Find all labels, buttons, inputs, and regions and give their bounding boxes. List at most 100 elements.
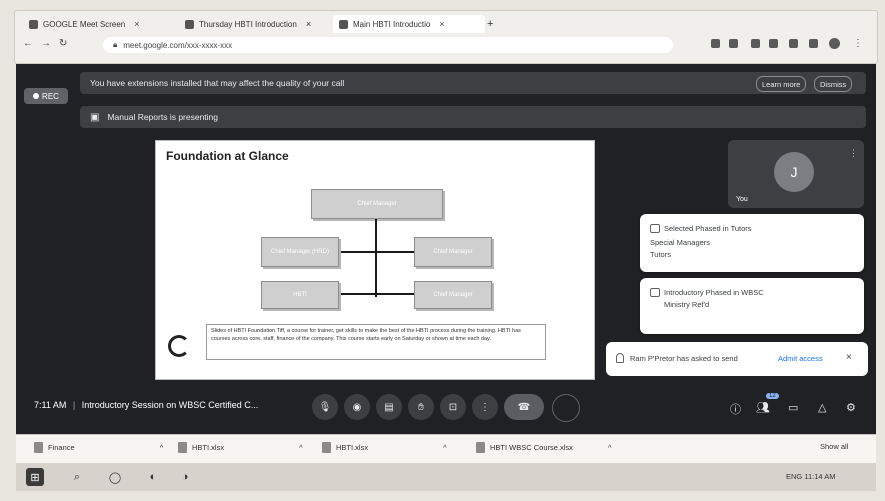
back-icon[interactable]: ← xyxy=(23,38,33,49)
presenting-text: Manual Reports is presenting xyxy=(107,112,219,122)
org-box-top: Chief Manager xyxy=(311,189,443,219)
file-icon xyxy=(34,442,43,453)
separator: | xyxy=(72,400,76,410)
chevron-up-icon[interactable]: ^ xyxy=(299,443,303,452)
close-icon[interactable]: × xyxy=(846,352,852,363)
activities-icon[interactable]: △ xyxy=(818,401,826,414)
tab-label: Main HBTI Introductio xyxy=(353,19,431,29)
learn-more-button[interactable]: Learn more xyxy=(756,76,807,92)
meeting-title: Introductory Session on WBSC Certified C… xyxy=(81,400,259,410)
page-favicon-icon xyxy=(185,19,194,29)
download-item[interactable]: HBTI WBSC Course.xlsx ^ xyxy=(476,442,611,453)
extension-icon[interactable] xyxy=(769,39,778,48)
search-icon[interactable]: ⌕ xyxy=(68,468,86,486)
bookmark-icon[interactable] xyxy=(729,39,738,48)
mic-button[interactable]: 🎙︎ xyxy=(312,394,338,420)
new-tab-button[interactable]: + xyxy=(481,15,507,33)
start-icon[interactable]: ⊞ xyxy=(26,468,44,486)
share-icon[interactable] xyxy=(711,39,720,48)
end-call-icon: ☎ xyxy=(517,401,531,413)
extension-icon[interactable] xyxy=(809,39,818,48)
org-box-right: Chief Manager xyxy=(414,237,492,267)
task-view-icon[interactable]: ◯ xyxy=(106,468,124,486)
chrome-icon[interactable]: ◐ xyxy=(144,468,162,486)
chat-notification-icon xyxy=(650,288,660,297)
meeting-info: 7:11 AM | Introductory Session on WBSC C… xyxy=(34,400,258,410)
host-icon[interactable]: ⚙︎ xyxy=(846,401,856,414)
tab-2[interactable]: Thursday HBTI Introduction × xyxy=(179,15,321,33)
url-text: meet.google.com/xxx-xxxx-xxx xyxy=(123,40,233,50)
captions-icon: ▤ xyxy=(384,401,394,413)
hand-icon: ✋︎ xyxy=(418,401,424,413)
notification-card[interactable]: Introductory Phased in WBSC Ministry Ref… xyxy=(640,278,864,334)
file-icon xyxy=(178,442,187,453)
raise-hand-button[interactable]: ✋︎ xyxy=(408,394,434,420)
download-item[interactable]: HBTI.xlsx ^ xyxy=(178,442,303,453)
close-icon[interactable]: × xyxy=(439,19,444,29)
present-screen-icon: ▣ xyxy=(90,111,100,123)
file-icon xyxy=(476,442,485,453)
file-icon xyxy=(322,442,331,453)
people-icon[interactable]: 👥︎ xyxy=(756,401,770,414)
recording-label: REC xyxy=(42,91,59,101)
chevron-up-icon[interactable]: ^ xyxy=(608,443,612,452)
present-icon: ⊡ xyxy=(448,401,458,413)
notification-line: Special Managers xyxy=(650,238,711,247)
org-connector xyxy=(338,293,414,295)
slide-title: Foundation at Glance xyxy=(166,149,289,163)
more-icon: ⋮ xyxy=(480,401,490,413)
present-button[interactable]: ⊡ xyxy=(440,394,466,420)
close-icon[interactable]: × xyxy=(134,19,139,29)
os-taskbar: ⊞ ⌕ ◯ ◐ ◑ ENG 11:14 AM xyxy=(16,463,876,491)
reload-icon[interactable]: ↻ xyxy=(59,38,67,49)
org-connector xyxy=(338,251,414,253)
self-video-tile[interactable]: J You ⋮ xyxy=(728,140,864,208)
admit-button[interactable]: Admit access xyxy=(778,354,823,363)
profile-icon[interactable] xyxy=(829,38,840,49)
participant-name: You xyxy=(736,196,748,203)
mic-icon: 🎙︎ xyxy=(318,401,332,413)
chevron-up-icon[interactable]: ^ xyxy=(443,443,447,452)
address-bar[interactable]: 🔒︎ meet.google.com/xxx-xxxx-xxx xyxy=(103,37,673,53)
dismiss-button[interactable]: Dismiss xyxy=(814,76,853,92)
presenting-banner: ▣ Manual Reports is presenting xyxy=(80,106,866,128)
notification-card[interactable]: Selected Phased in Tutors Special Manage… xyxy=(640,214,864,272)
more-options-button[interactable]: ⋮ xyxy=(472,394,498,420)
menu-icon[interactable]: ⋮ xyxy=(853,38,863,49)
download-item[interactable]: HBTI.xlsx ^ xyxy=(322,442,447,453)
chat-icon[interactable]: ▭ xyxy=(788,401,798,414)
tab-1[interactable]: GOOGLE Meet Screen × xyxy=(23,15,155,33)
org-box-left: Chief Manager (HRD) xyxy=(261,237,339,267)
admit-request-bar: Ram P'Pretor has asked to send Admit acc… xyxy=(606,342,868,376)
lock-icon: 🔒︎ xyxy=(113,40,118,49)
avatar: J xyxy=(774,152,814,192)
browser-chrome: GOOGLE Meet Screen × Thursday HBTI Intro… xyxy=(14,10,878,64)
chevron-up-icon[interactable]: ^ xyxy=(160,443,164,452)
recording-badge: REC xyxy=(24,88,68,104)
forward-icon[interactable]: → xyxy=(41,38,51,49)
download-item[interactable]: Finance ^ xyxy=(34,442,163,453)
camera-button[interactable]: ◉ xyxy=(344,394,370,420)
org-box-left-bottom: HBTI xyxy=(261,281,339,309)
tile-menu-icon[interactable]: ⋮ xyxy=(849,148,858,159)
download-name: HBTI.xlsx xyxy=(336,443,369,452)
notification-title: Selected Phased in Tutors xyxy=(664,224,752,233)
page-favicon-icon xyxy=(339,19,348,29)
chrome-icon[interactable]: ◑ xyxy=(176,468,194,486)
org-connector xyxy=(375,219,377,297)
download-name: Finance xyxy=(48,443,75,452)
extra-button[interactable] xyxy=(552,394,580,422)
tab-label: GOOGLE Meet Screen xyxy=(43,19,126,29)
slide-note: Slides of HBTI Foundation Tiff, a course… xyxy=(206,324,546,360)
info-icon[interactable]: ⓘ xyxy=(730,401,741,417)
show-all-downloads[interactable]: Show all xyxy=(820,442,848,451)
tab-3[interactable]: Main HBTI Introductio × xyxy=(333,15,485,33)
close-icon[interactable]: × xyxy=(306,19,311,29)
end-call-button[interactable]: ☎ xyxy=(504,394,544,420)
tray-clock[interactable]: ENG 11:14 AM xyxy=(786,472,835,481)
download-name: HBTI.xlsx xyxy=(192,443,225,452)
extension-icon[interactable] xyxy=(789,39,798,48)
admit-request-text: Ram P'Pretor has asked to send xyxy=(630,354,738,363)
extension-icon[interactable] xyxy=(751,39,760,48)
captions-button[interactable]: ▤ xyxy=(376,394,402,420)
